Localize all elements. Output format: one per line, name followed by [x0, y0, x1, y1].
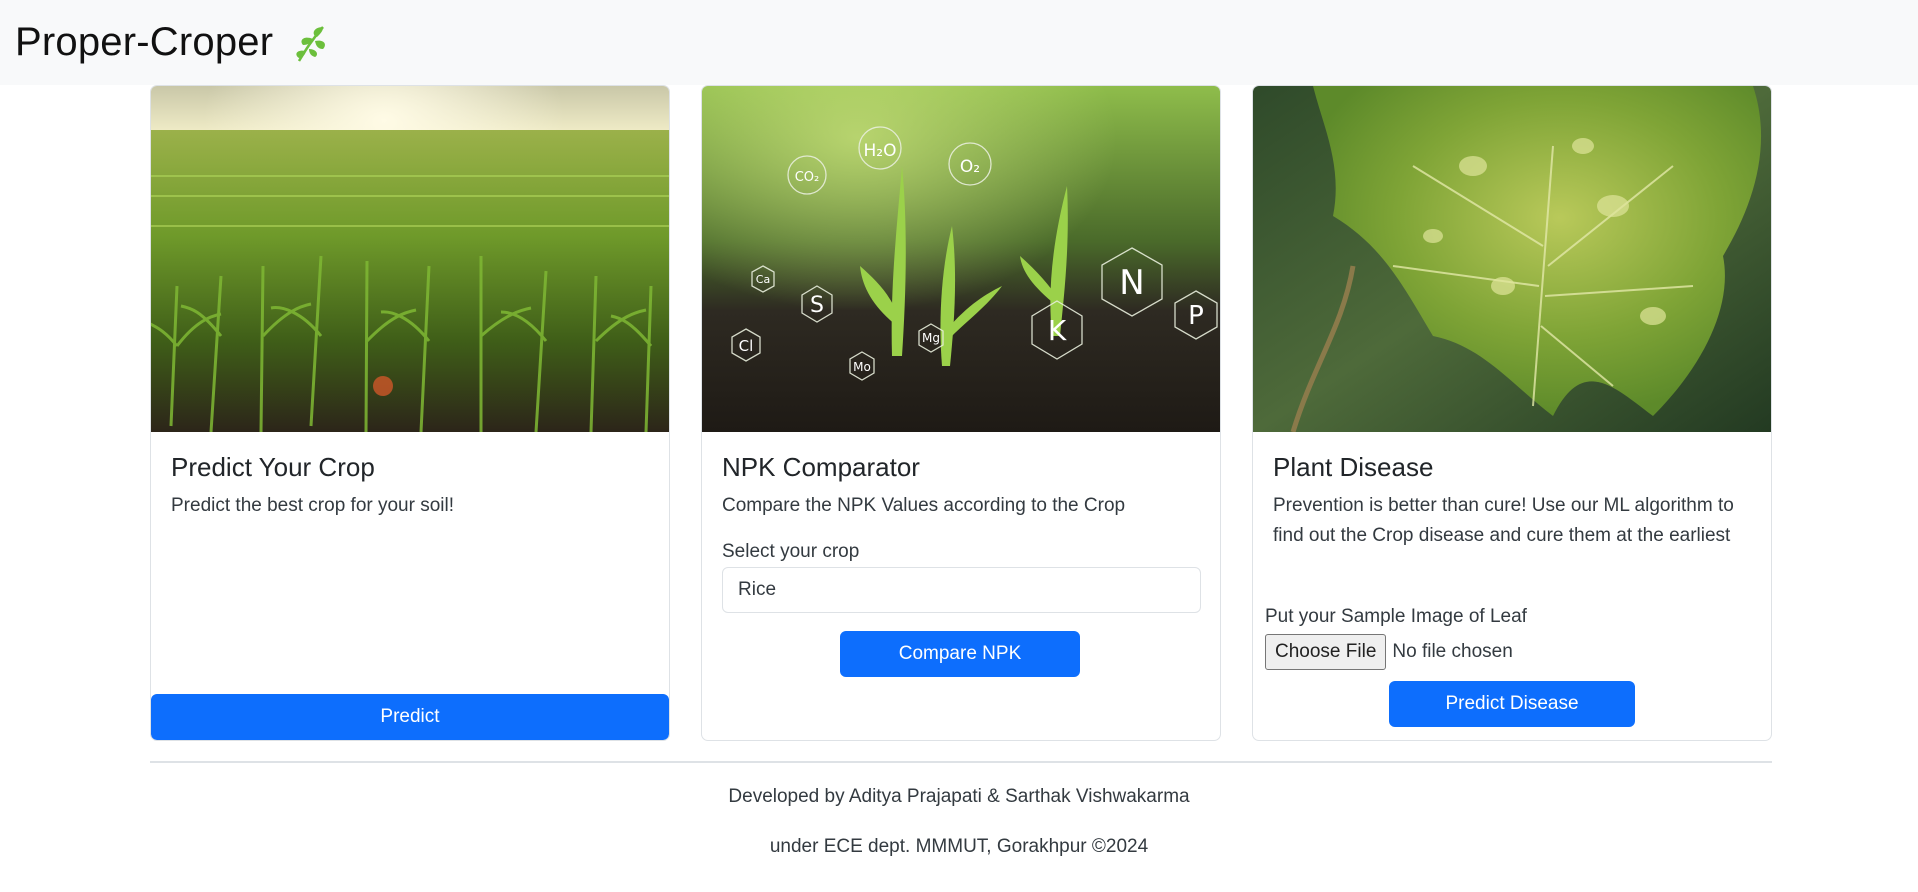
leaf-sprig-icon — [296, 25, 326, 62]
plant-disease-card: Plant Disease Prevention is better than … — [1252, 85, 1772, 741]
predict-button[interactable]: Predict — [151, 694, 669, 740]
npk-comparator-card: H₂O O₂ CO₂ Ca S Cl Mo Mg K N P NPK Compa… — [701, 85, 1221, 741]
seedlings-nutrients-photo: H₂O O₂ CO₂ Ca S Cl Mo Mg K N P — [702, 86, 1220, 432]
card-title: NPK Comparator — [722, 452, 920, 482]
card-description: Compare the NPK Values according to the … — [722, 495, 1126, 516]
mg-label: Mg — [922, 331, 940, 345]
h2o-label: H₂O — [864, 141, 897, 161]
n-label: N — [1119, 263, 1144, 303]
predict-crop-card: Predict Your Crop Predict the best crop … — [150, 85, 670, 741]
o2-label: O₂ — [960, 157, 980, 177]
file-status-text: No file chosen — [1392, 641, 1513, 662]
npk-card-body: NPK Comparator Compare the NPK Values ac… — [722, 432, 1201, 613]
card-description: Predict the best crop for your soil! — [171, 495, 455, 516]
k-label: K — [1048, 314, 1067, 347]
card-title: Predict Your Crop — [171, 452, 375, 482]
brand-title[interactable]: Proper-Croper — [15, 20, 273, 65]
choose-file-button[interactable]: Choose File — [1265, 634, 1387, 670]
plant-disease-card-body: Plant Disease Prevention is better than … — [1273, 432, 1751, 551]
crop-select[interactable]: Rice — [722, 567, 1201, 613]
navbar: Proper-Croper — [0, 0, 1918, 85]
cl-label: Cl — [739, 337, 754, 355]
ca-label: Ca — [756, 273, 770, 286]
cornfield-photo — [151, 86, 669, 432]
compare-npk-button[interactable]: Compare NPK — [840, 631, 1080, 677]
s-label: S — [810, 293, 824, 318]
footer-credits: Developed by Aditya Prajapati & Sarthak … — [728, 786, 1190, 807]
select-crop-label: Select your crop — [722, 541, 860, 562]
predict-crop-card-body: Predict Your Crop Predict the best crop … — [171, 432, 649, 521]
footer-affiliation: under ECE dept. MMMUT, Gorakhpur ©2024 — [769, 836, 1149, 857]
footer-divider — [150, 761, 1772, 763]
diseased-leaf-photo — [1253, 86, 1771, 432]
co2-label: CO₂ — [795, 170, 820, 185]
mo-label: Mo — [853, 360, 871, 374]
leaf-image-label: Put your Sample Image of Leaf — [1265, 606, 1527, 627]
predict-disease-button[interactable]: Predict Disease — [1389, 681, 1635, 727]
leaf-image-file-input: Choose File No file chosen — [1265, 634, 1513, 670]
card-title: Plant Disease — [1273, 452, 1434, 482]
p-label: P — [1188, 301, 1204, 331]
card-description: Prevention is better than cure! Use our … — [1273, 495, 1734, 546]
